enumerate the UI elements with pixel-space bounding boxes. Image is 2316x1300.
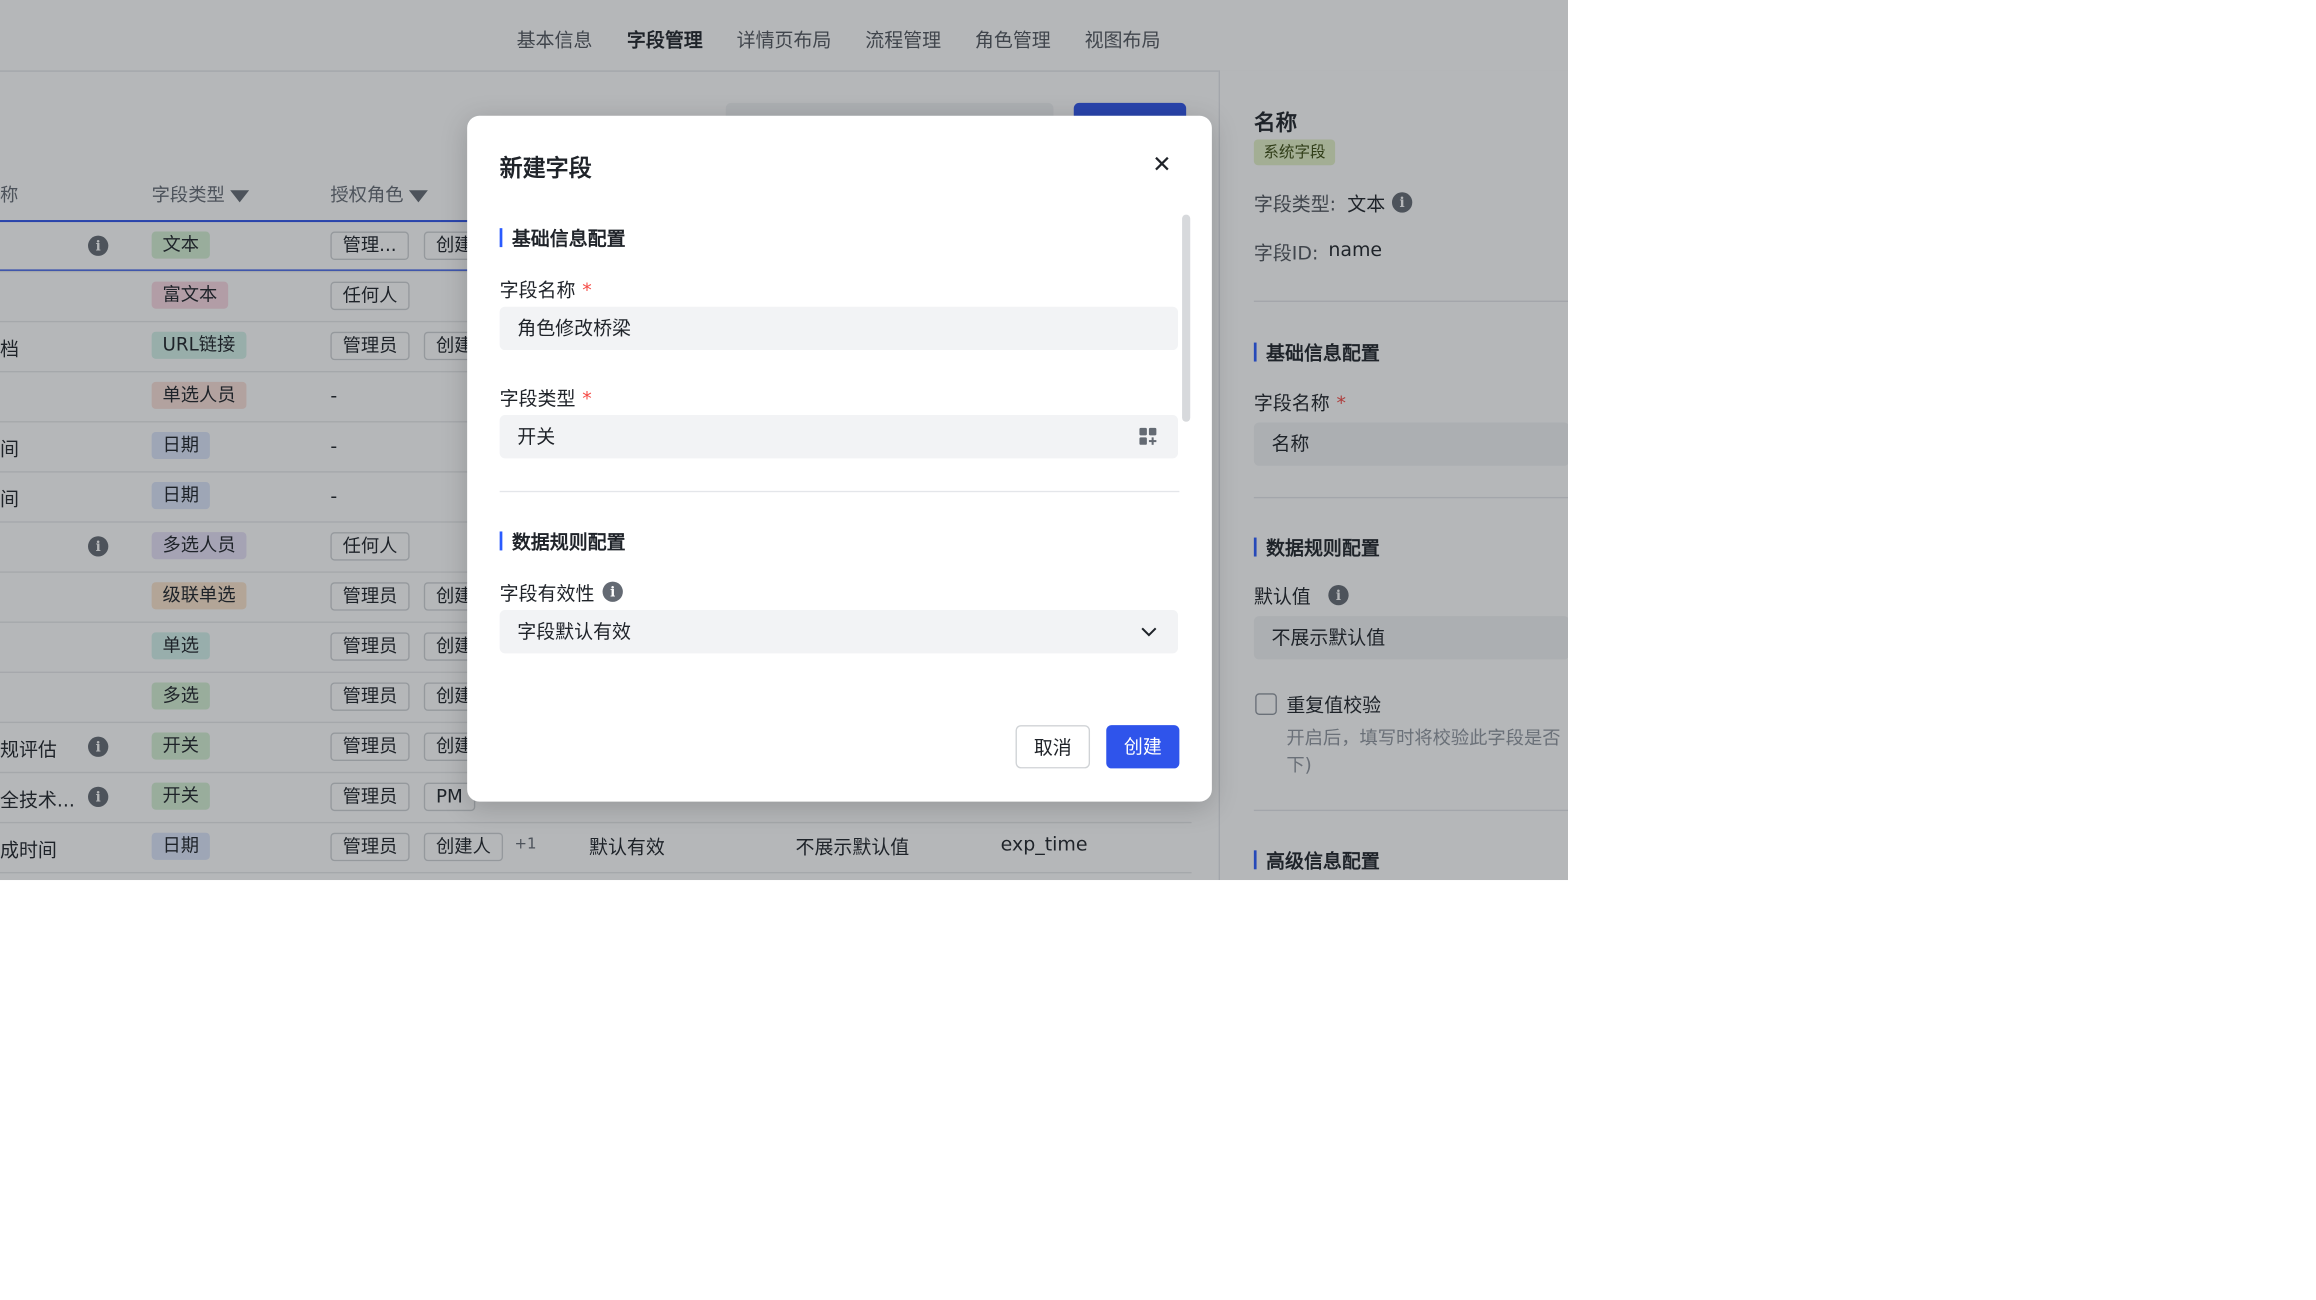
field-validity-select[interactable]: 字段默认有效 xyxy=(499,610,1179,654)
section-data-rules: 数据规则配置 xyxy=(499,527,626,554)
cancel-button[interactable]: 取消 xyxy=(1015,725,1091,769)
dialog-title: 新建字段 xyxy=(499,155,592,183)
field-type-grid-icon[interactable] xyxy=(1139,427,1159,446)
required-mark: * xyxy=(582,387,592,410)
divider xyxy=(499,490,1180,493)
new-field-dialog: 新建字段 ✕ 基础信息配置 字段名称 * 角色修改桥梁 字段类型 * 开关 数据规则… xyxy=(467,115,1212,802)
field-name-label: 字段名称 * xyxy=(500,276,592,303)
required-mark: * xyxy=(582,278,592,302)
info-icon[interactable]: i xyxy=(602,581,623,602)
dialog-scrollbar[interactable] xyxy=(1182,214,1191,422)
create-button[interactable]: 创建 xyxy=(1106,725,1180,769)
field-validity-label: 字段有效性 xyxy=(499,582,595,605)
field-name-input[interactable]: 角色修改桥梁 xyxy=(499,306,1179,351)
field-type-label-text: 字段类型 xyxy=(499,387,576,410)
close-icon[interactable]: ✕ xyxy=(1152,151,1171,178)
field-name-label-text: 字段名称 xyxy=(499,278,576,302)
field-type-select[interactable]: 开关 xyxy=(499,415,1179,459)
chevron-down-icon[interactable] xyxy=(1140,625,1158,639)
field-validity-value: 字段默认有效 xyxy=(517,620,632,643)
field-type-label: 字段类型 * xyxy=(500,384,592,411)
section-basic-config: 基础信息配置 xyxy=(499,224,626,251)
field-type-value: 开关 xyxy=(517,425,556,448)
